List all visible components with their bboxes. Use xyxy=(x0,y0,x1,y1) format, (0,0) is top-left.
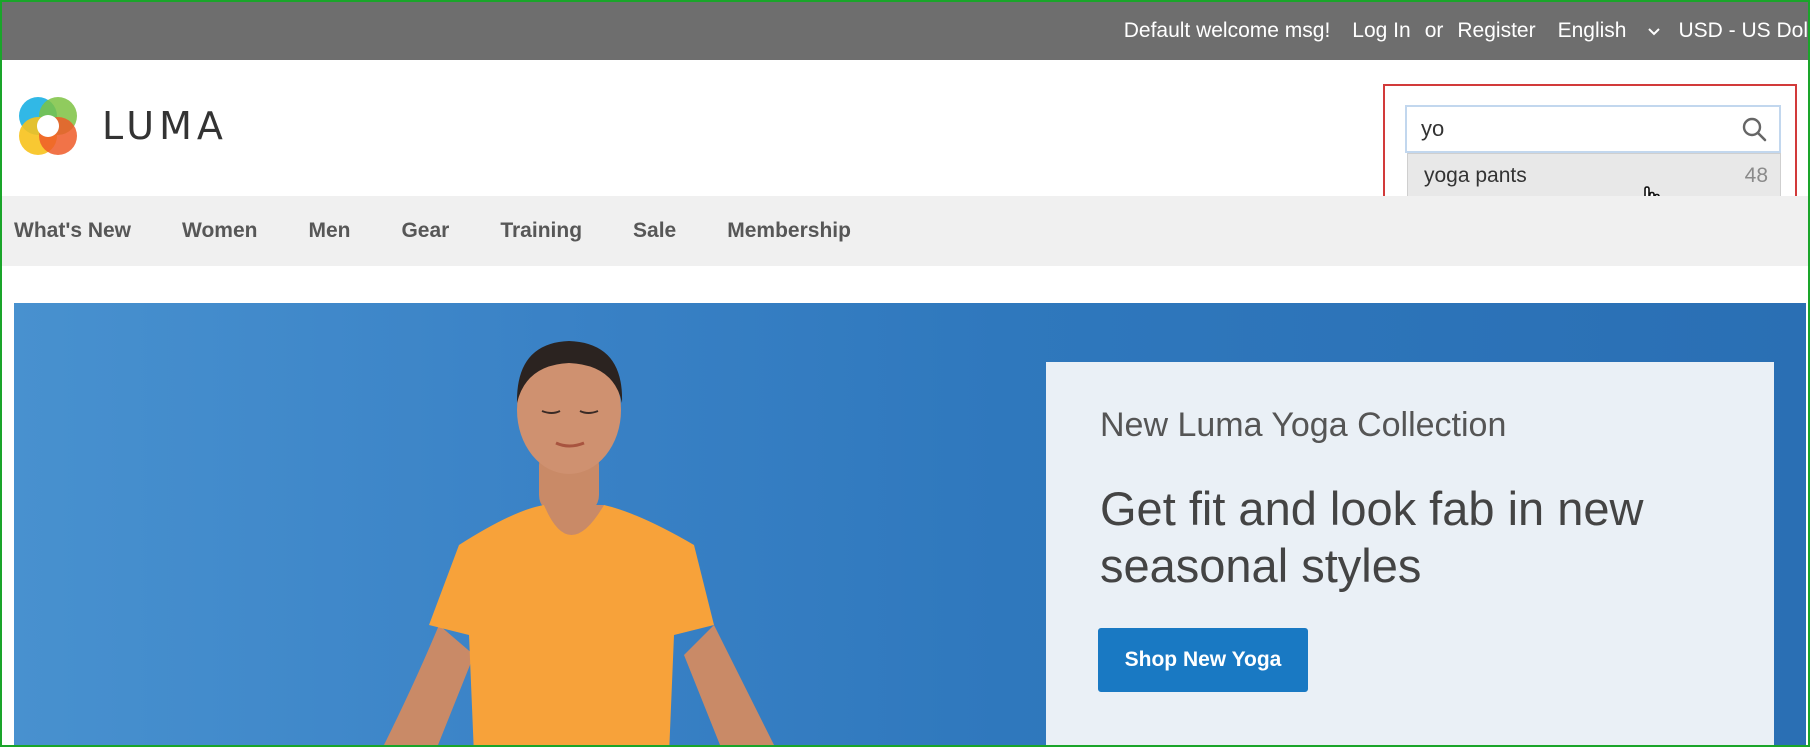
suggestion-count: 48 xyxy=(1744,164,1768,187)
language-label: English xyxy=(1557,19,1627,42)
nav-item-training[interactable]: Training xyxy=(500,219,582,243)
chevron-down-icon xyxy=(1648,23,1661,39)
search-input[interactable] xyxy=(1407,108,1723,150)
nav-item-gear[interactable]: Gear xyxy=(401,219,449,243)
promo-panel: New Luma Yoga Collection Get fit and loo… xyxy=(1046,362,1774,747)
luma-logo-icon xyxy=(19,97,77,155)
header-links: Default welcome msg! Log In or Register … xyxy=(1102,2,1808,60)
nav-item-whats-new[interactable]: What's New xyxy=(14,219,131,243)
search-suggestion-item[interactable]: yoga pants 48 xyxy=(1407,153,1781,199)
nav-item-men[interactable]: Men xyxy=(308,219,350,243)
or-separator: or xyxy=(1424,19,1444,42)
login-link[interactable]: Log In xyxy=(1352,19,1410,43)
main-navigation: What's New Women Men Gear Training Sale … xyxy=(2,196,1808,266)
promo-kicker: New Luma Yoga Collection xyxy=(1100,406,1507,444)
top-panel: Default welcome msg! Log In or Register … xyxy=(2,2,1808,60)
promo-headline: Get fit and look fab in new seasonal sty… xyxy=(1100,482,1644,592)
search-field[interactable] xyxy=(1405,105,1781,153)
nav-item-sale[interactable]: Sale xyxy=(633,219,676,243)
search-icon[interactable] xyxy=(1741,116,1767,147)
suggestion-label: yoga pants xyxy=(1424,164,1527,187)
hero-model-image xyxy=(382,341,775,747)
nav-item-membership[interactable]: Membership xyxy=(727,219,851,243)
welcome-message: Default welcome msg! xyxy=(1123,19,1331,42)
currency-switcher[interactable]: USD - US Dol xyxy=(1678,19,1808,43)
logo-link[interactable]: LUMA xyxy=(14,92,228,160)
nav-item-women[interactable]: Women xyxy=(182,219,257,243)
logo-wordmark: LUMA xyxy=(102,104,228,148)
language-switcher[interactable]: English xyxy=(1558,19,1661,43)
register-link[interactable]: Register xyxy=(1457,19,1535,43)
shop-new-yoga-button[interactable]: Shop New Yoga xyxy=(1098,628,1308,692)
